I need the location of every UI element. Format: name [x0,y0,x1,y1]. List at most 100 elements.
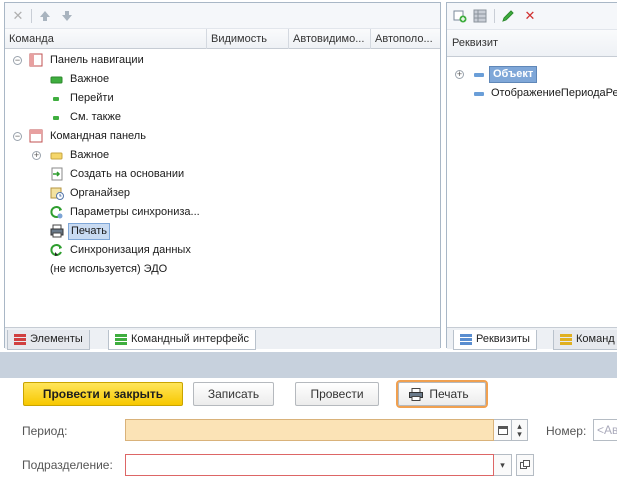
create-based-icon [51,167,63,181]
expand-icon[interactable]: + [455,70,464,79]
period-label: Период: [22,424,68,438]
tree-item-label: См. также [70,111,121,123]
attribute-label-selected: Объект [489,66,538,83]
tree-row-go[interactable]: Перейти [5,89,440,108]
tree-item-label: Важное [70,73,110,85]
right-toolbar: ✕ [447,3,617,29]
column-auto-position[interactable]: Автополо... [371,29,442,49]
post-and-close-button[interactable]: Провести и закрыть [23,382,183,406]
column-command[interactable]: Команда [5,29,207,49]
expand-icon[interactable]: + [32,151,41,160]
right-panel-tabs: Реквизиты Команд [447,327,617,350]
tree-row-see-also[interactable]: См. также [5,108,440,127]
tab-attributes[interactable]: Реквизиты [453,330,537,350]
post-button[interactable]: Провести [295,382,379,406]
attributes-panel: ✕ Реквизит + Объект ОтображениеПериодаРе… [446,2,617,350]
yellow-bar-icon [50,152,63,160]
print-button-label: Печать [429,387,469,401]
tab-label: Командный интерфейс [131,333,250,345]
save-button[interactable]: Записать [193,382,274,406]
tree-row-edo-unused[interactable]: (не используется) ЭДО [5,260,440,279]
delete-icon[interactable]: ✕ [522,8,538,24]
table-icon[interactable] [472,8,488,24]
tree-row-important[interactable]: Важное [5,70,440,89]
period-input[interactable] [125,419,494,441]
tree-item-label: Командная панель [50,130,146,142]
tree-item-label: Синхронизация данных [70,244,191,256]
subdivision-dropdown-button[interactable]: ▾ [494,454,512,476]
attribute-icon [474,92,484,96]
open-icon [520,460,530,469]
tree-row-create-based[interactable]: Создать на основании [5,165,440,184]
print-button[interactable]: Печать [396,380,488,408]
move-down-icon[interactable] [59,8,75,24]
sync-icon [50,244,62,256]
green-bar-icon [50,76,63,84]
form-preview: Провести и закрыть Записать Провести Печ… [0,378,617,485]
tab-label: Элементы [30,333,83,345]
tab-label: Реквизиты [476,333,530,345]
period-spinner[interactable]: ▴ ▾ [512,419,528,441]
tree-row-print[interactable]: Печать [5,222,440,241]
attribute-row-period-display[interactable]: ОтображениеПериодаРе [447,84,617,103]
tree-item-label: Перейти [70,92,114,104]
command-panel-icon [29,129,43,143]
commands-tab-icon [560,334,572,345]
printer-icon [409,388,423,401]
green-dot-icon [53,116,59,120]
column-auto-visibility[interactable]: Автовидимо... [289,29,371,49]
green-dot-icon [53,97,59,101]
tree-item-label: Параметры синхрониза... [70,206,200,218]
edit-icon[interactable] [500,8,516,24]
delete-icon[interactable]: ✕ [10,8,26,24]
tab-commands[interactable]: Команд [553,330,617,350]
printer-icon [50,224,64,238]
attributes-tab-icon [460,334,472,345]
elements-tab-icon [14,334,26,345]
collapse-icon[interactable]: − [13,132,22,141]
chevron-down-icon: ▾ [500,459,505,470]
tree-item-label: Важное [70,149,110,161]
attribute-icon [474,73,484,77]
subdivision-label: Подразделение: [22,458,113,472]
left-panel-tabs: Элементы Командный интерфейс [5,327,440,350]
tree-item-label: Панель навигации [50,54,144,66]
tree-row-command-panel[interactable]: − Командная панель [5,127,440,146]
attributes-column-header[interactable]: Реквизит [452,37,498,49]
attribute-row-object[interactable]: + Объект [447,65,617,84]
attribute-label: ОтображениеПериодаРе [491,87,617,99]
tree-item-label: (не используется) ЭДО [50,263,168,275]
collapse-icon[interactable]: − [13,56,22,65]
form-preview-header [0,352,617,378]
tree-item-label: Органайзер [70,187,131,199]
calendar-button[interactable] [494,419,512,441]
tab-command-interface[interactable]: Командный интерфейс [108,330,257,350]
attributes-header: Реквизит [447,29,617,57]
tree-item-label-selected: Печать [68,223,111,240]
tab-label: Команд [576,333,615,345]
organizer-icon [50,187,64,200]
tree-item-label: Создать на основании [70,168,185,180]
sync-params-icon [50,206,63,219]
left-toolbar: ✕ [5,3,440,29]
move-up-icon[interactable] [37,8,53,24]
command-interface-tab-icon [115,334,127,345]
number-input[interactable]: <Ав [593,419,617,441]
column-visibility[interactable]: Видимость [207,29,289,49]
nav-panel-icon [29,53,43,67]
tree-row-important-cmd[interactable]: + Важное [5,146,440,165]
command-interface-panel: ✕ Команда Видимость Автовидимо... Автопо… [4,2,441,350]
tree-row-organizer[interactable]: Органайзер [5,184,440,203]
subdivision-open-button[interactable] [516,454,534,476]
tree-row-nav-panel[interactable]: − Панель навигации [5,51,440,70]
subdivision-input[interactable] [125,454,494,476]
tab-elements[interactable]: Элементы [7,330,90,350]
tree-row-data-sync[interactable]: Синхронизация данных [5,241,440,260]
add-attribute-icon[interactable] [452,8,468,24]
calendar-icon [497,426,508,435]
tree-row-sync-params[interactable]: Параметры синхрониза... [5,203,440,222]
number-label: Номер: [546,424,587,438]
chevron-down-icon[interactable]: ▾ [517,430,522,439]
column-header: Команда Видимость Автовидимо... Автополо… [5,29,440,49]
number-placeholder: <Ав [597,423,617,437]
